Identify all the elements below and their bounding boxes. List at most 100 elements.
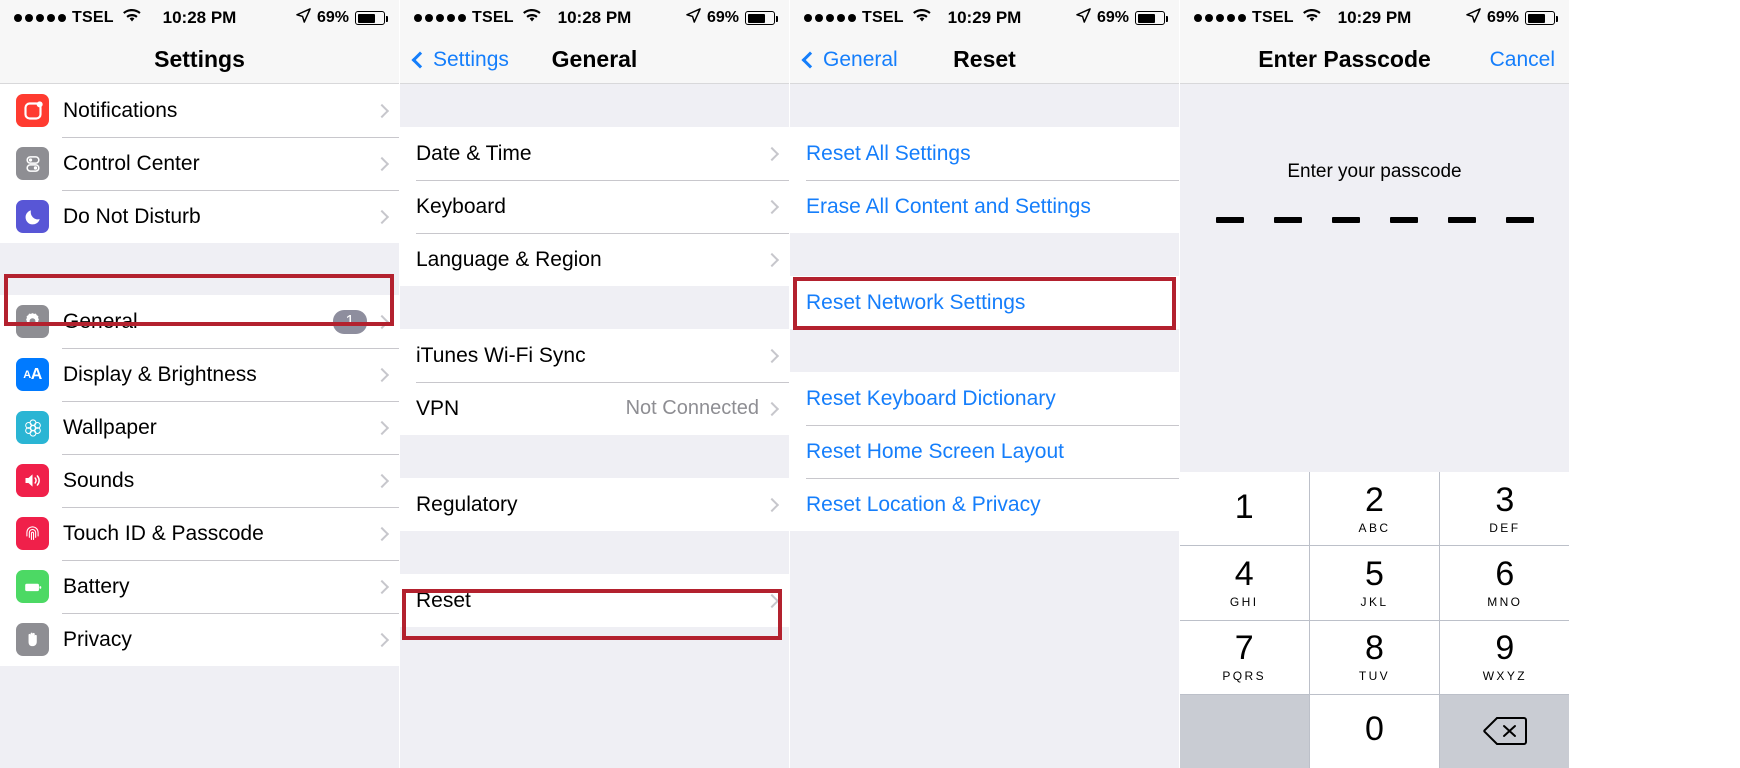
group-separator xyxy=(0,243,399,295)
general-group-4: Reset xyxy=(400,574,789,627)
chevron-right-icon xyxy=(764,401,780,416)
sidebar-item-touch-id-passcode[interactable]: Touch ID & Passcode xyxy=(0,507,399,560)
key-8[interactable]: 8 TUV xyxy=(1309,620,1440,694)
group-separator xyxy=(400,286,789,329)
sidebar-item-battery[interactable]: Battery xyxy=(0,560,399,613)
list-item-reset-home-screen-layout[interactable]: Reset Home Screen Layout xyxy=(790,425,1179,478)
key-5[interactable]: 5 JKL xyxy=(1309,546,1440,620)
row-label: Display & Brightness xyxy=(63,362,257,386)
location-arrow-icon xyxy=(1466,8,1481,28)
list-item-date-time[interactable]: Date & Time xyxy=(400,127,789,180)
back-button[interactable]: General xyxy=(801,47,898,72)
row-label: Reset Keyboard Dictionary xyxy=(806,386,1056,410)
key-number: 7 xyxy=(1234,629,1254,668)
group-separator xyxy=(400,531,789,574)
key-number: 4 xyxy=(1234,554,1254,593)
battery-icon xyxy=(1525,11,1558,25)
do-not-disturb-icon xyxy=(16,200,49,233)
status-left: TSEL xyxy=(804,8,931,28)
key-letters: DEF xyxy=(1489,520,1521,535)
passcode-dashes xyxy=(1215,217,1534,223)
list-item-reset-all-settings[interactable]: Reset All Settings xyxy=(790,127,1179,180)
nav-bar: Settings General xyxy=(400,36,789,84)
sidebar-item-display-brightness[interactable]: AA Display & Brightness xyxy=(0,348,399,401)
display-brightness-icon: AA xyxy=(16,358,49,391)
row-label: Notifications xyxy=(63,98,178,122)
location-arrow-icon xyxy=(1076,8,1091,28)
screen-settings: TSEL 10:28 PM 69% Settings Notifications… xyxy=(0,0,400,768)
chevron-right-icon xyxy=(374,526,390,541)
sidebar-item-notifications[interactable]: Notifications xyxy=(0,84,399,137)
signal-dots-icon xyxy=(1194,14,1246,22)
status-left: TSEL xyxy=(14,8,141,28)
settings-group-1: Notifications Control Center Do Not Dist… xyxy=(0,84,399,243)
status-bar: TSEL 10:28 PM 69% xyxy=(400,0,789,36)
chevron-right-icon xyxy=(764,348,780,363)
key-2[interactable]: 2 ABC xyxy=(1309,472,1440,546)
reset-list[interactable]: Reset All Settings Erase All Content and… xyxy=(790,84,1179,768)
key-letters: TUV xyxy=(1358,669,1391,684)
battery-percent-label: 69% xyxy=(316,9,349,26)
key-7[interactable]: 7 PQRS xyxy=(1180,620,1309,694)
key-number: 9 xyxy=(1495,629,1515,668)
row-label: Erase All Content and Settings xyxy=(806,194,1091,218)
group-separator xyxy=(790,329,1179,372)
battery-percent-label: 69% xyxy=(1486,9,1519,26)
settings-list[interactable]: Notifications Control Center Do Not Dist… xyxy=(0,84,399,768)
screenshot-strip: TSEL 10:28 PM 69% Settings Notifications… xyxy=(0,0,1740,768)
key-6[interactable]: 6 MNO xyxy=(1440,546,1569,620)
list-item-keyboard[interactable]: Keyboard xyxy=(400,180,789,233)
list-item-erase-all-content[interactable]: Erase All Content and Settings xyxy=(790,180,1179,233)
list-item-reset-location-privacy[interactable]: Reset Location & Privacy xyxy=(790,478,1179,531)
group-separator xyxy=(0,666,399,716)
general-list[interactable]: Date & Time Keyboard Language & Region i… xyxy=(400,84,789,768)
group-separator xyxy=(790,233,1179,276)
cancel-button[interactable]: Cancel xyxy=(1490,48,1555,72)
sidebar-item-general[interactable]: General 1 xyxy=(0,295,399,348)
row-label: Reset All Settings xyxy=(806,141,971,165)
carrier-label: TSEL xyxy=(862,9,904,26)
sidebar-item-control-center[interactable]: Control Center xyxy=(0,137,399,190)
chevron-right-icon xyxy=(374,314,390,329)
chevron-right-icon xyxy=(764,199,780,214)
key-4[interactable]: 4 GHI xyxy=(1180,546,1309,620)
row-label: Date & Time xyxy=(416,141,532,165)
chevron-right-icon xyxy=(374,156,390,171)
key-1[interactable]: 1 xyxy=(1180,472,1309,546)
battery-icon xyxy=(745,11,778,25)
list-item-regulatory[interactable]: Regulatory xyxy=(400,478,789,531)
numeric-keypad[interactable]: 1 2 ABC 3 DEF 4 GHI 5 JKL 6 MNO 7 PQRS 8… xyxy=(1180,472,1569,768)
list-item-reset-keyboard-dictionary[interactable]: Reset Keyboard Dictionary xyxy=(790,372,1179,425)
general-group-3: Regulatory xyxy=(400,478,789,531)
key-0[interactable]: 0 xyxy=(1309,694,1440,768)
row-label: Reset Location & Privacy xyxy=(806,492,1041,516)
back-label: General xyxy=(823,47,898,71)
list-item-language-region[interactable]: Language & Region xyxy=(400,233,789,286)
vpn-status-value: Not Connected xyxy=(625,397,759,419)
back-button[interactable]: Settings xyxy=(411,47,509,72)
wallpaper-icon xyxy=(16,411,49,444)
list-item-itunes-wifi-sync[interactable]: iTunes Wi-Fi Sync xyxy=(400,329,789,382)
chevron-right-icon xyxy=(374,579,390,594)
sidebar-item-wallpaper[interactable]: Wallpaper xyxy=(0,401,399,454)
back-label: Settings xyxy=(433,47,509,71)
sidebar-item-do-not-disturb[interactable]: Do Not Disturb xyxy=(0,190,399,243)
sidebar-item-privacy[interactable]: Privacy xyxy=(0,613,399,666)
list-item-reset-network-settings[interactable]: Reset Network Settings xyxy=(790,276,1179,329)
nav-bar: General Reset xyxy=(790,36,1179,84)
screen-reset: TSEL 10:29 PM 69% General Reset Reset Al… xyxy=(790,0,1180,768)
battery-icon xyxy=(16,570,49,603)
battery-percent-label: 69% xyxy=(706,9,739,26)
key-delete[interactable] xyxy=(1440,694,1569,768)
list-item-reset[interactable]: Reset xyxy=(400,574,789,627)
sidebar-item-sounds[interactable]: Sounds xyxy=(0,454,399,507)
list-item-vpn[interactable]: VPN Not Connected xyxy=(400,382,789,435)
sounds-icon xyxy=(16,464,49,497)
chevron-right-icon xyxy=(764,593,780,608)
group-separator xyxy=(400,627,789,670)
battery-icon xyxy=(1135,11,1168,25)
key-9[interactable]: 9 WXYZ xyxy=(1440,620,1569,694)
row-label: Regulatory xyxy=(416,492,518,516)
key-3[interactable]: 3 DEF xyxy=(1440,472,1569,546)
chevron-right-icon xyxy=(764,146,780,161)
